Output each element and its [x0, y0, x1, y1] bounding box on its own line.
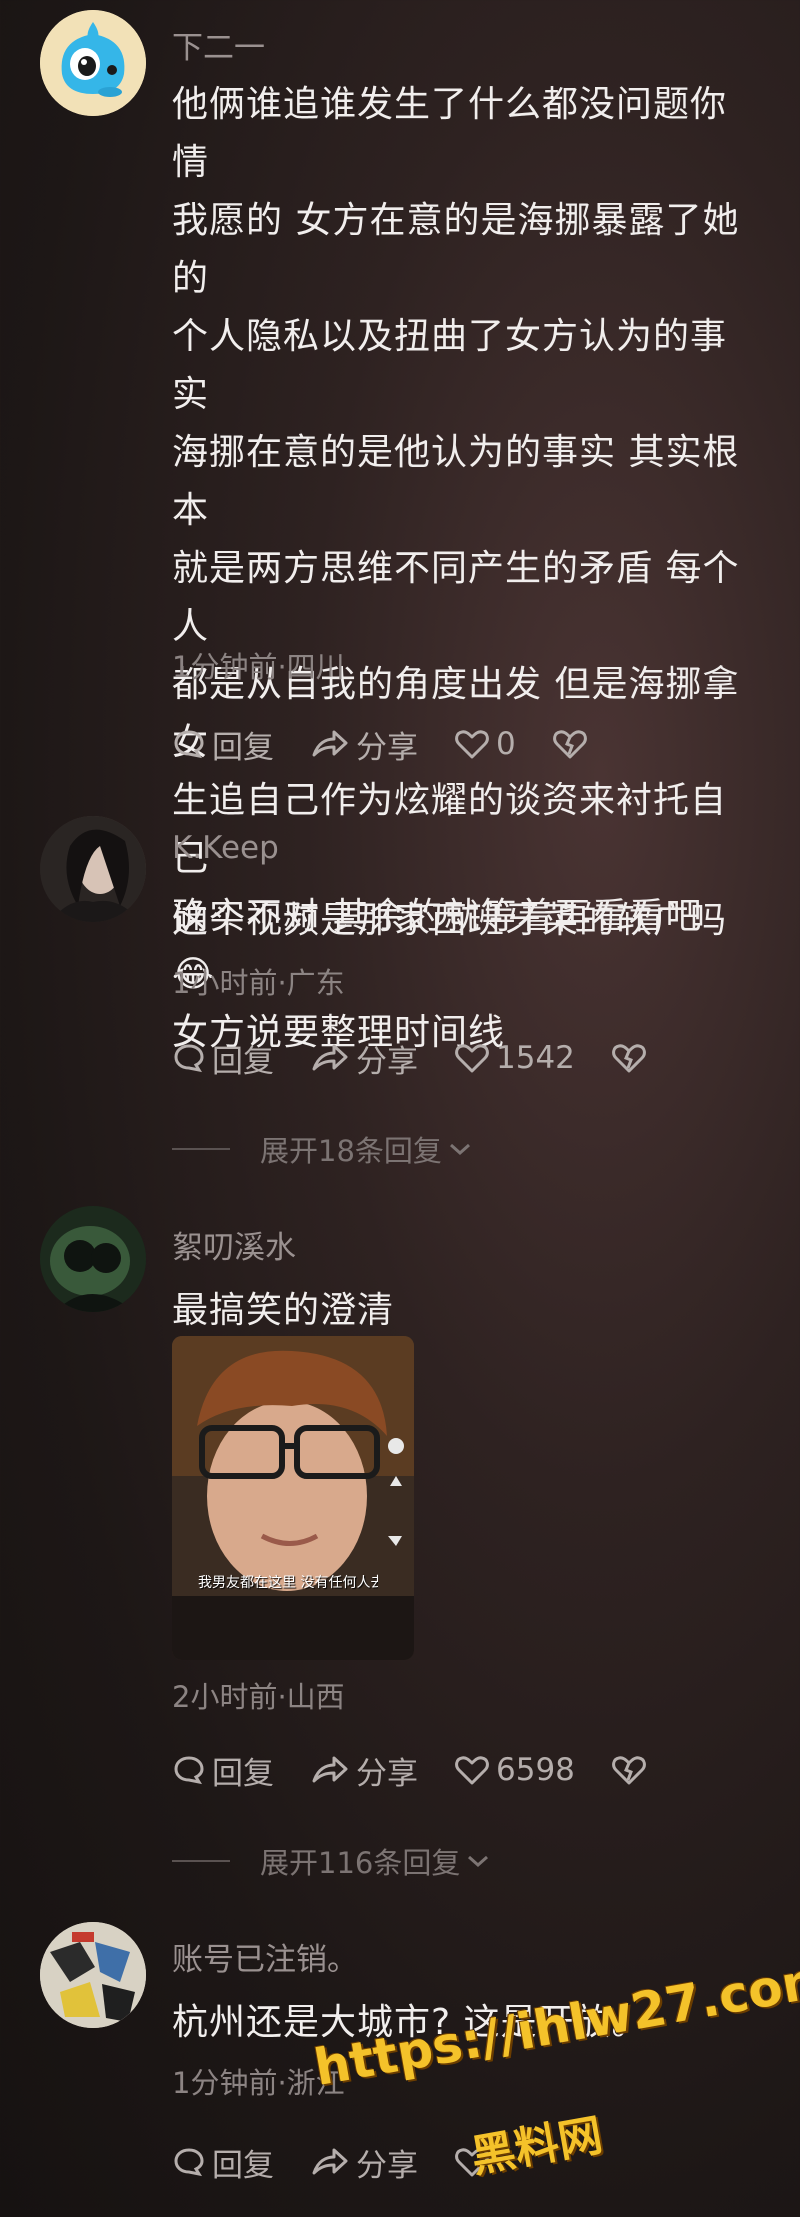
avatar[interactable] — [40, 1206, 146, 1312]
reply-bubble-icon — [174, 730, 204, 759]
share-button[interactable]: 分享 — [310, 722, 418, 767]
comment-actions: 回复 分享 1542 — [172, 1036, 653, 1080]
share-label: 分享 — [356, 2147, 418, 2184]
comment-text: 这个视频是那家西班牙菜的软广吗 — [172, 892, 752, 950]
comment-line: 这个视频是那家西班牙菜的软广吗 — [172, 900, 728, 941]
heart-icon — [455, 1044, 489, 1073]
comment-line: 个人隐私以及扭曲了女方认为的事实 — [172, 316, 728, 415]
divider-line — [172, 1148, 230, 1150]
comment-meta: 1分钟前·四川 — [172, 650, 345, 684]
broken-heart-icon — [612, 1756, 646, 1785]
expand-replies-button[interactable]: 展开116条回复 — [172, 1840, 490, 1882]
chevron-down-icon — [449, 1143, 470, 1156]
reply-label: 回复 — [212, 729, 274, 766]
chevron-down-icon — [468, 1855, 489, 1868]
dislike-button[interactable] — [552, 727, 594, 761]
reply-label: 回复 — [212, 1043, 274, 1080]
reply-button[interactable]: 回复 — [172, 1036, 274, 1081]
comment-line: 最搞笑的澄清 — [172, 1290, 395, 1331]
reply-bubble-icon — [174, 2148, 204, 2177]
reply-bubble-icon — [174, 1044, 204, 1073]
expand-replies-button[interactable]: 展开18条回复 — [172, 1128, 472, 1170]
like-count: 1542 — [496, 1040, 575, 1076]
avatar[interactable] — [40, 1922, 146, 2028]
share-button[interactable]: 分享 — [310, 1036, 418, 1081]
avatar[interactable] — [40, 10, 146, 116]
comment-line: 他俩谁追谁发生了什么都没问题你情 — [172, 84, 728, 183]
expand-replies-label: 展开18条回复 — [260, 1134, 442, 1168]
thumbnail-caption: 我男友都在这里 没有任何人去 — [198, 1575, 378, 1591]
share-label: 分享 — [356, 1043, 418, 1080]
comic-avatar-icon — [40, 1922, 146, 2028]
like-count: 0 — [496, 726, 516, 762]
portrait-avatar-icon — [40, 816, 146, 922]
like-button[interactable]: 1542 — [454, 1040, 575, 1076]
share-arrow-icon — [312, 1044, 348, 1071]
comment-line: 海挪在意的是他认为的事实 其实根本 — [172, 432, 740, 531]
dislike-button[interactable] — [611, 1753, 653, 1787]
expand-replies-label: 展开116条回复 — [260, 1846, 461, 1880]
video-preview-image — [172, 1336, 414, 1660]
reply-button[interactable]: 回复 — [172, 1748, 274, 1793]
reply-bubble-icon — [174, 1756, 204, 1785]
reply-button[interactable]: 回复 — [172, 722, 274, 767]
heart-icon — [455, 730, 489, 759]
heart-icon — [455, 1756, 489, 1785]
comment-line: 我愿的 女方在意的是海挪暴露了她的 — [172, 200, 740, 299]
share-label: 分享 — [356, 729, 418, 766]
comment-meta: 2小时前·山西 — [172, 1680, 345, 1714]
silhouette-avatar-icon — [40, 1206, 146, 1312]
like-button[interactable]: 6598 — [454, 1752, 575, 1788]
avatar[interactable] — [40, 816, 146, 922]
like-count: 6598 — [496, 1752, 575, 1788]
share-arrow-icon — [312, 730, 348, 757]
share-button[interactable]: 分享 — [310, 2140, 418, 2185]
dislike-button[interactable] — [611, 1041, 653, 1075]
like-button[interactable]: 0 — [454, 726, 516, 762]
username[interactable]: 账号已注销。 — [172, 1934, 358, 1979]
reply-label: 回复 — [212, 2147, 274, 2184]
divider-line — [172, 1860, 230, 1862]
username[interactable]: K.Keep — [172, 830, 279, 866]
share-arrow-icon — [312, 1756, 348, 1783]
comment-text: 最搞笑的澄清 — [172, 1282, 752, 1340]
share-button[interactable]: 分享 — [310, 1748, 418, 1793]
username[interactable]: 絮叨溪水 — [172, 1222, 296, 1267]
comment-actions: 回复 分享 6598 — [172, 1748, 653, 1792]
reply-label: 回复 — [212, 1755, 274, 1792]
comment-actions: 回复 分享 0 — [172, 722, 594, 766]
username[interactable]: 下二一 — [172, 22, 265, 67]
share-arrow-icon — [312, 2148, 348, 2175]
comment-meta: 1小时前·广东 — [172, 966, 345, 1000]
broken-heart-icon — [552, 730, 587, 759]
watermark-brand: 黑料网 — [467, 2109, 607, 2184]
broken-heart-icon — [612, 1044, 646, 1073]
video-thumbnail[interactable]: 我男友都在这里 没有任何人去 — [172, 1336, 414, 1660]
reply-button[interactable]: 回复 — [172, 2140, 274, 2185]
comment-line: 就是两方思维不同产生的矛盾 每个人 — [172, 548, 740, 647]
share-label: 分享 — [356, 1755, 418, 1792]
cartoon-avatar-icon — [40, 10, 146, 116]
